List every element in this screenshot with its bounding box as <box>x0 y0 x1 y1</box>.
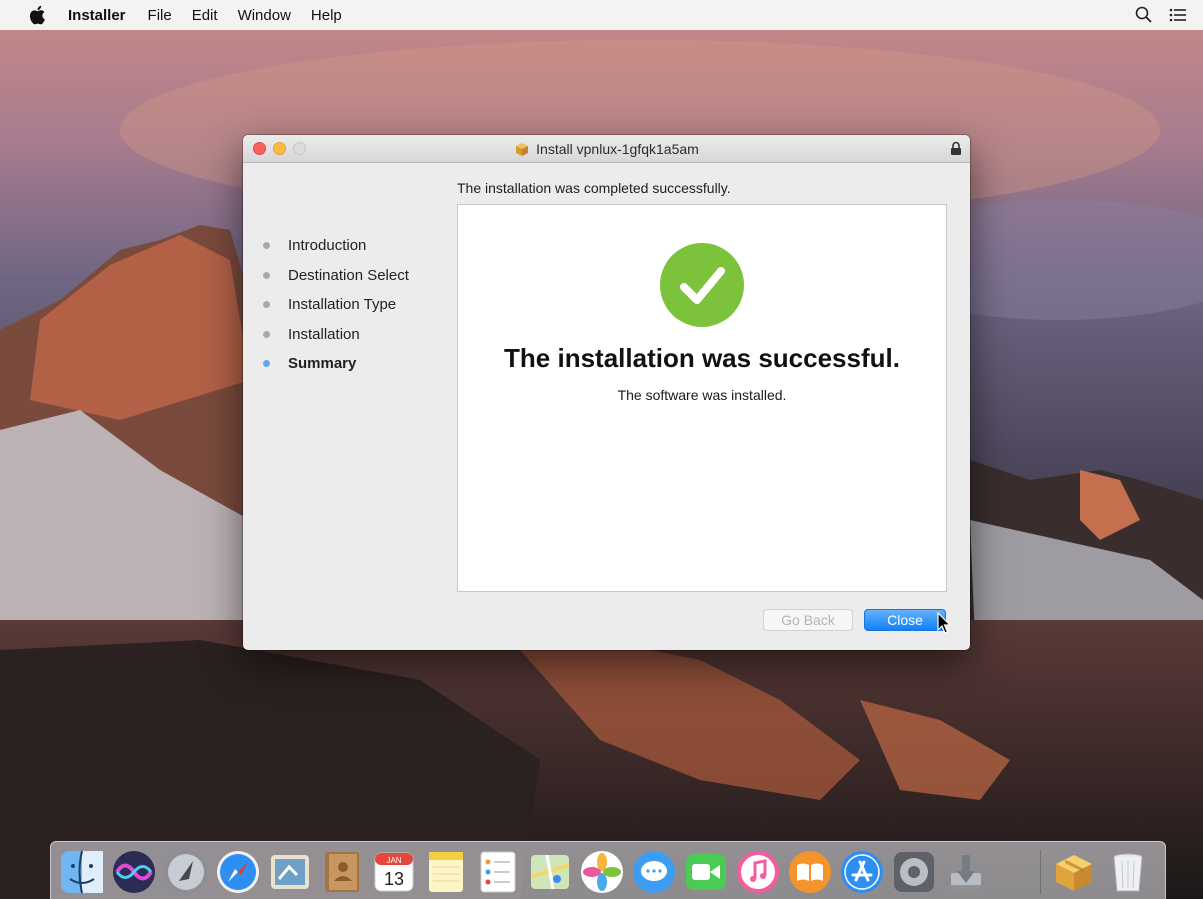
notes-icon[interactable] <box>423 849 469 895</box>
step-dot <box>263 242 270 250</box>
dock-separator <box>1040 850 1041 894</box>
contacts-icon[interactable] <box>319 849 365 895</box>
success-subtitle: The software was installed. <box>617 387 787 403</box>
calendar-icon[interactable]: JAN 13 <box>371 849 417 895</box>
step-label: Installation <box>288 325 360 343</box>
package-icon <box>516 142 529 156</box>
step-summary: Summary <box>263 349 409 379</box>
window-title: Install vpnlux-1gfqk1a5am <box>243 135 970 162</box>
step-installation: Installation <box>263 320 409 350</box>
step-dot <box>263 271 270 279</box>
step-destination-select: Destination Select <box>263 261 409 291</box>
mail-icon[interactable] <box>267 849 313 895</box>
photos-icon[interactable] <box>579 849 625 895</box>
step-dot <box>263 301 270 309</box>
mouse-pointer-icon <box>937 612 952 634</box>
app-store-icon[interactable] <box>839 849 885 895</box>
dock: JAN 13 <box>50 841 1166 899</box>
menu-file[interactable]: File <box>148 7 172 24</box>
finder-icon[interactable] <box>59 849 105 895</box>
launchpad-icon[interactable] <box>163 849 209 895</box>
step-label: Summary <box>288 355 357 373</box>
spotlight-search-icon[interactable] <box>1133 4 1155 26</box>
reminders-icon[interactable] <box>475 849 521 895</box>
package-icon[interactable] <box>1051 849 1097 895</box>
step-label: Installation Type <box>288 296 397 314</box>
title-bar[interactable]: Install vpnlux-1gfqk1a5am <box>243 135 970 163</box>
installer-steps-list: Introduction Destination Select Installa… <box>263 231 409 379</box>
installer-window: Install vpnlux-1gfqk1a5am The installati… <box>243 135 970 650</box>
maps-icon[interactable] <box>527 849 573 895</box>
step-dot <box>263 330 270 338</box>
calendar-day: 13 <box>384 869 404 889</box>
menu-window[interactable]: Window <box>238 7 291 24</box>
lock-icon[interactable] <box>949 141 963 156</box>
messages-icon[interactable] <box>631 849 677 895</box>
trash-icon[interactable] <box>1105 849 1151 895</box>
status-heading: The installation was completed successfu… <box>457 180 731 196</box>
go-back-button[interactable]: Go Back <box>763 609 853 631</box>
desktop: Installer File Edit Window Help Install … <box>0 0 1203 899</box>
content-pane: The installation was successful. The sof… <box>457 204 947 592</box>
success-title: The installation was successful. <box>504 343 900 373</box>
system-preferences-icon[interactable] <box>891 849 937 895</box>
facetime-icon[interactable] <box>683 849 729 895</box>
menu-edit[interactable]: Edit <box>192 7 218 24</box>
step-dot-active <box>263 360 270 368</box>
safari-icon[interactable] <box>215 849 261 895</box>
siri-icon[interactable] <box>111 849 157 895</box>
step-label: Introduction <box>288 237 367 255</box>
itunes-icon[interactable] <box>735 849 781 895</box>
calendar-month: JAN <box>386 856 401 865</box>
installer-icon[interactable] <box>943 849 989 895</box>
step-introduction: Introduction <box>263 231 409 261</box>
success-checkmark-icon <box>660 243 744 327</box>
step-label: Destination Select <box>288 266 409 284</box>
step-installation-type: Installation Type <box>263 290 409 320</box>
menu-app-name[interactable]: Installer <box>68 7 126 24</box>
ibooks-icon[interactable] <box>787 849 833 895</box>
menu-bar: Installer File Edit Window Help <box>0 0 1203 30</box>
window-title-text: Install vpnlux-1gfqk1a5am <box>536 140 699 157</box>
apple-icon[interactable] <box>26 3 50 27</box>
close-button[interactable]: Close <box>864 609 946 631</box>
menu-help[interactable]: Help <box>311 7 342 24</box>
notification-center-icon[interactable] <box>1167 4 1189 26</box>
